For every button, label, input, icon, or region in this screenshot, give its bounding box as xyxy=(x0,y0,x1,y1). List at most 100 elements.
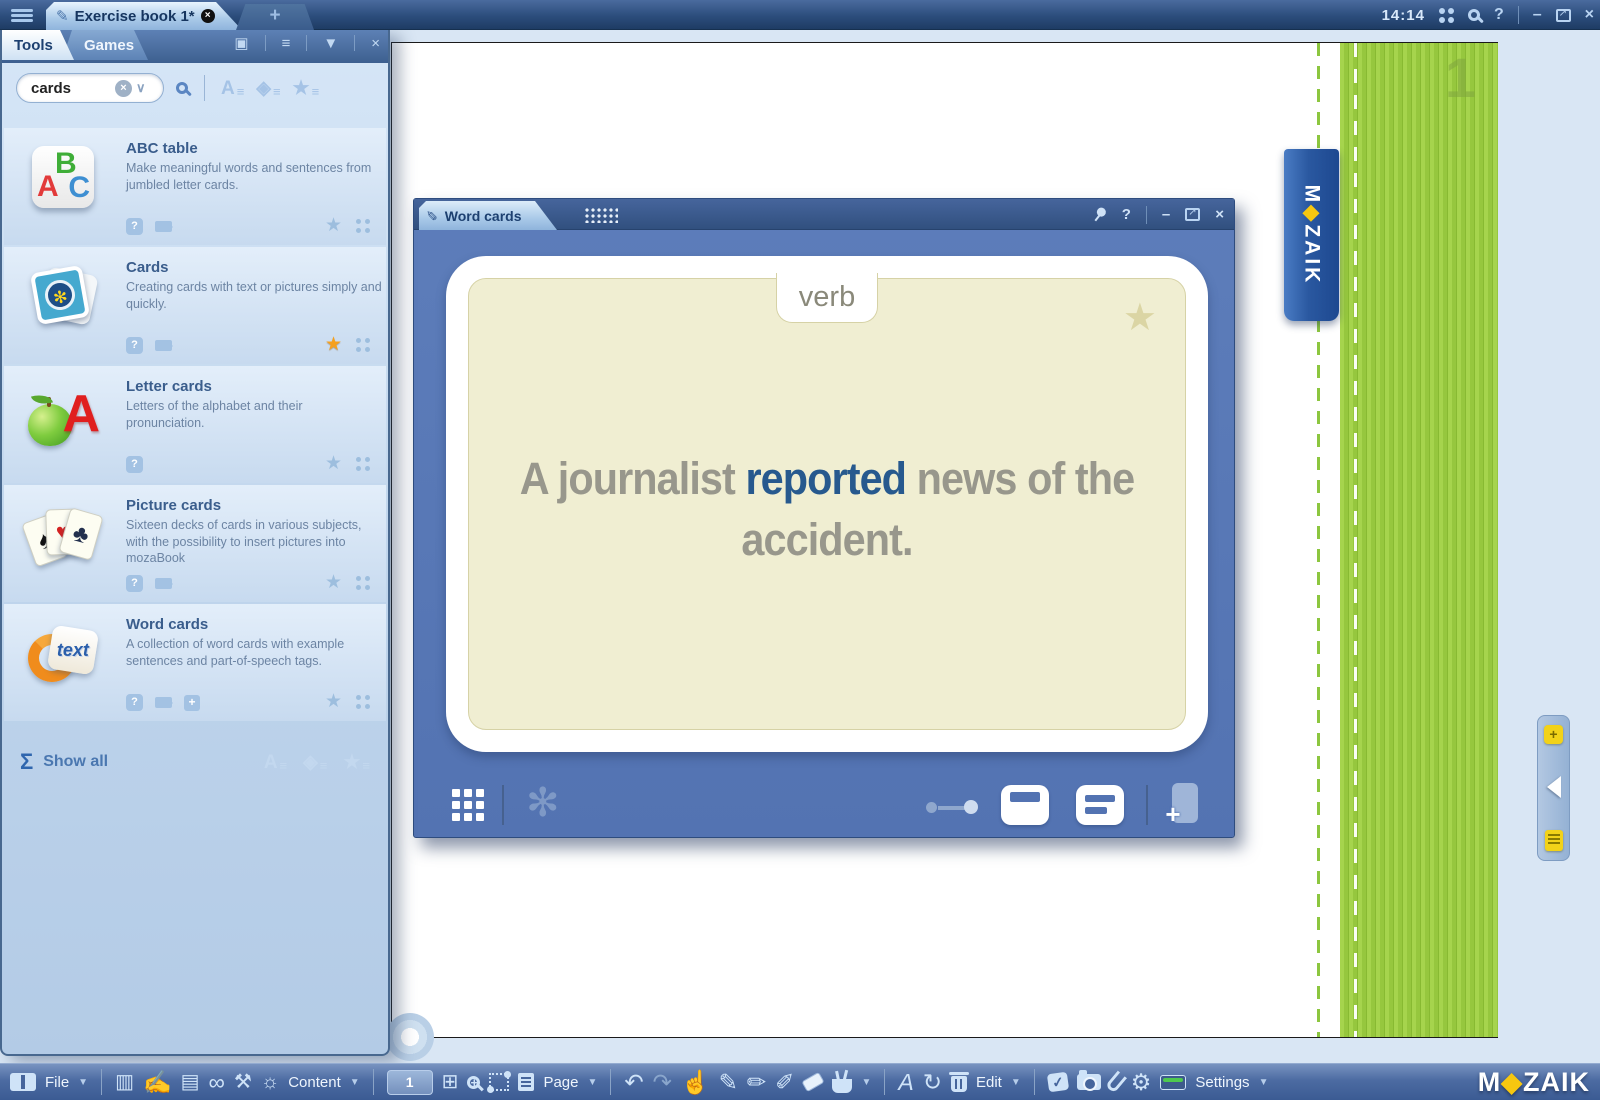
zoom-icon[interactable] xyxy=(467,1076,480,1089)
tools-hammer-icon[interactable]: ⚒ xyxy=(234,1072,252,1092)
page-number-box[interactable]: 1 xyxy=(387,1070,433,1095)
homework-check-icon[interactable]: ✓ xyxy=(1047,1072,1069,1093)
tab-games[interactable]: Games xyxy=(62,30,148,60)
sort-category-icon[interactable]: ◈≡ xyxy=(303,753,327,772)
open-book-icon[interactable] xyxy=(10,1073,36,1091)
video-tutorial-icon[interactable] xyxy=(155,221,172,232)
tool-item-cards[interactable]: ✻ Cards Creating cards with text or pict… xyxy=(4,247,386,364)
add-page-icon[interactable]: ⊞ xyxy=(442,1072,459,1092)
sort-category-icon[interactable]: ◈≡ xyxy=(256,79,280,98)
group-dots-icon[interactable] xyxy=(356,576,370,590)
edit-menu[interactable]: Edit xyxy=(976,1074,1002,1091)
favorite-star-icon[interactable]: ★ xyxy=(325,454,342,473)
edit-menu-dropdown-icon[interactable]: ▼ xyxy=(1011,1077,1021,1088)
tool-item-letter-cards[interactable]: A Letter cards Letters of the alphabet a… xyxy=(4,366,386,483)
favorite-star-icon[interactable]: ★ xyxy=(325,335,342,354)
content-menu[interactable]: Content xyxy=(288,1074,341,1091)
card-back-view-button[interactable] xyxy=(1076,785,1124,825)
pager-dots-icon[interactable] xyxy=(926,799,978,815)
tab-tools[interactable]: Tools xyxy=(2,30,74,60)
settings-gear-icon[interactable]: ⚙ xyxy=(1131,1071,1152,1094)
mozaik-bookmark-ribbon[interactable]: M◆ZAIK xyxy=(1284,149,1339,321)
dialog-help-icon[interactable]: ? xyxy=(1122,207,1131,222)
pin-icon[interactable] xyxy=(1089,204,1110,225)
pencil-tool-icon[interactable]: ✎ xyxy=(719,1071,738,1094)
detach-panel-icon[interactable]: ▣ xyxy=(234,36,248,51)
dialog-titlebar[interactable]: ✐ Word cards ? – × xyxy=(414,199,1234,230)
favorite-star-icon[interactable]: ★ xyxy=(325,692,342,711)
restore-button[interactable] xyxy=(1556,9,1571,22)
help-badge-icon[interactable]: ? xyxy=(126,456,143,473)
panel-menu-icon[interactable]: ≡ xyxy=(282,36,291,51)
tool-item-abc-table[interactable]: ABC ABC table Make meaningful words and … xyxy=(4,128,386,245)
minimize-button[interactable]: – xyxy=(1533,7,1542,23)
education-icon[interactable]: ✍ xyxy=(143,1071,172,1094)
undo-icon[interactable]: ↶ xyxy=(624,1071,643,1094)
dialog-close-button[interactable]: × xyxy=(1215,207,1224,222)
clipboard-icon[interactable] xyxy=(1545,830,1563,851)
help-badge-icon[interactable]: ? xyxy=(126,337,143,354)
group-dots-icon[interactable] xyxy=(356,695,370,709)
booklet-icon[interactable]: ▥ xyxy=(115,1072,134,1092)
redo-icon[interactable]: ↷ xyxy=(653,1071,672,1094)
video-tutorial-icon[interactable] xyxy=(155,340,172,351)
favorite-star-icon[interactable]: ★ xyxy=(325,216,342,235)
drag-handle[interactable] xyxy=(584,207,618,223)
paperclip-icon[interactable] xyxy=(1105,1070,1127,1093)
select-area-icon[interactable] xyxy=(489,1073,509,1091)
help-badge-icon[interactable]: ? xyxy=(126,694,143,711)
group-dots-icon[interactable] xyxy=(356,219,370,233)
page-menu[interactable]: Page xyxy=(543,1074,578,1091)
video-tutorial-icon[interactable] xyxy=(155,697,172,708)
run-search-icon[interactable] xyxy=(176,82,188,94)
search-icon[interactable] xyxy=(1468,9,1480,21)
word-card[interactable]: verb ★ A journalist reported news of the… xyxy=(468,278,1186,730)
page-list-icon[interactable] xyxy=(518,1073,534,1091)
tool-item-word-cards[interactable]: text Word cards A collection of word car… xyxy=(4,604,386,721)
document-icon[interactable]: ▤ xyxy=(181,1072,200,1092)
dialog-maximize-button[interactable] xyxy=(1185,208,1200,221)
file-menu[interactable]: File xyxy=(45,1074,69,1091)
show-all-button[interactable]: Σ Show all A≡ ◈≡ ★≡ xyxy=(4,739,386,785)
close-button[interactable]: × xyxy=(1585,7,1594,23)
insert-card-to-page-button[interactable]: + xyxy=(1162,783,1198,827)
group-dots-icon[interactable] xyxy=(356,457,370,471)
clear-search-icon[interactable]: × xyxy=(115,80,132,97)
tab-close-button[interactable]: × xyxy=(201,9,215,23)
dialog-tab[interactable]: ✐ Word cards xyxy=(419,201,557,230)
page-corner-curl[interactable] xyxy=(386,1013,434,1061)
card-favorite-star-icon[interactable]: ★ xyxy=(1123,299,1157,337)
hand-pointer-icon[interactable]: ☝ xyxy=(681,1071,710,1094)
search-box[interactable]: × ∨ xyxy=(16,73,164,103)
rotate-icon[interactable]: ↻ xyxy=(923,1071,942,1094)
page-menu-dropdown-icon[interactable]: ▼ xyxy=(587,1077,597,1088)
dialog-minimize-button[interactable]: – xyxy=(1162,207,1170,222)
settings-menu-dropdown-icon[interactable]: ▼ xyxy=(1259,1077,1269,1088)
marker-tool-icon[interactable]: ✏ xyxy=(747,1071,766,1094)
new-tab-button[interactable]: + xyxy=(236,4,314,30)
apps-grid-icon[interactable] xyxy=(1439,8,1454,23)
document-tab[interactable]: ✎ Exercise book 1* × xyxy=(46,2,242,30)
file-menu-dropdown-icon[interactable]: ▼ xyxy=(78,1077,88,1088)
main-menu-button[interactable] xyxy=(6,4,38,26)
add-to-page-icon[interactable]: + xyxy=(184,695,200,711)
search-input[interactable] xyxy=(29,79,115,98)
sort-favorites-icon[interactable]: ★≡ xyxy=(343,753,370,772)
add-page-icon[interactable]: + xyxy=(1544,725,1563,744)
content-menu-dropdown-icon[interactable]: ▼ xyxy=(350,1077,360,1088)
eraser-tool-icon[interactable] xyxy=(802,1072,825,1092)
panel-dropdown-icon[interactable]: ▼ xyxy=(323,36,338,51)
sort-alphabetical-icon[interactable]: A≡ xyxy=(264,753,287,772)
trash-icon[interactable] xyxy=(951,1076,967,1092)
expand-left-arrow-icon[interactable] xyxy=(1536,776,1561,798)
projector-icon[interactable] xyxy=(1160,1075,1186,1090)
card-front-view-button[interactable] xyxy=(1001,785,1049,825)
favorite-star-icon[interactable]: ★ xyxy=(325,573,342,592)
pen-cup-dropdown-icon[interactable]: ▼ xyxy=(861,1077,871,1088)
pen-cup-icon[interactable] xyxy=(832,1079,852,1093)
card-grid-view-icon[interactable] xyxy=(452,789,484,821)
help-badge-icon[interactable]: ? xyxy=(126,218,143,235)
text-tool-icon[interactable]: A xyxy=(898,1071,913,1094)
sort-alphabetical-icon[interactable]: A≡ xyxy=(221,79,244,98)
lightbulb-icon[interactable]: ☼ xyxy=(261,1072,279,1092)
